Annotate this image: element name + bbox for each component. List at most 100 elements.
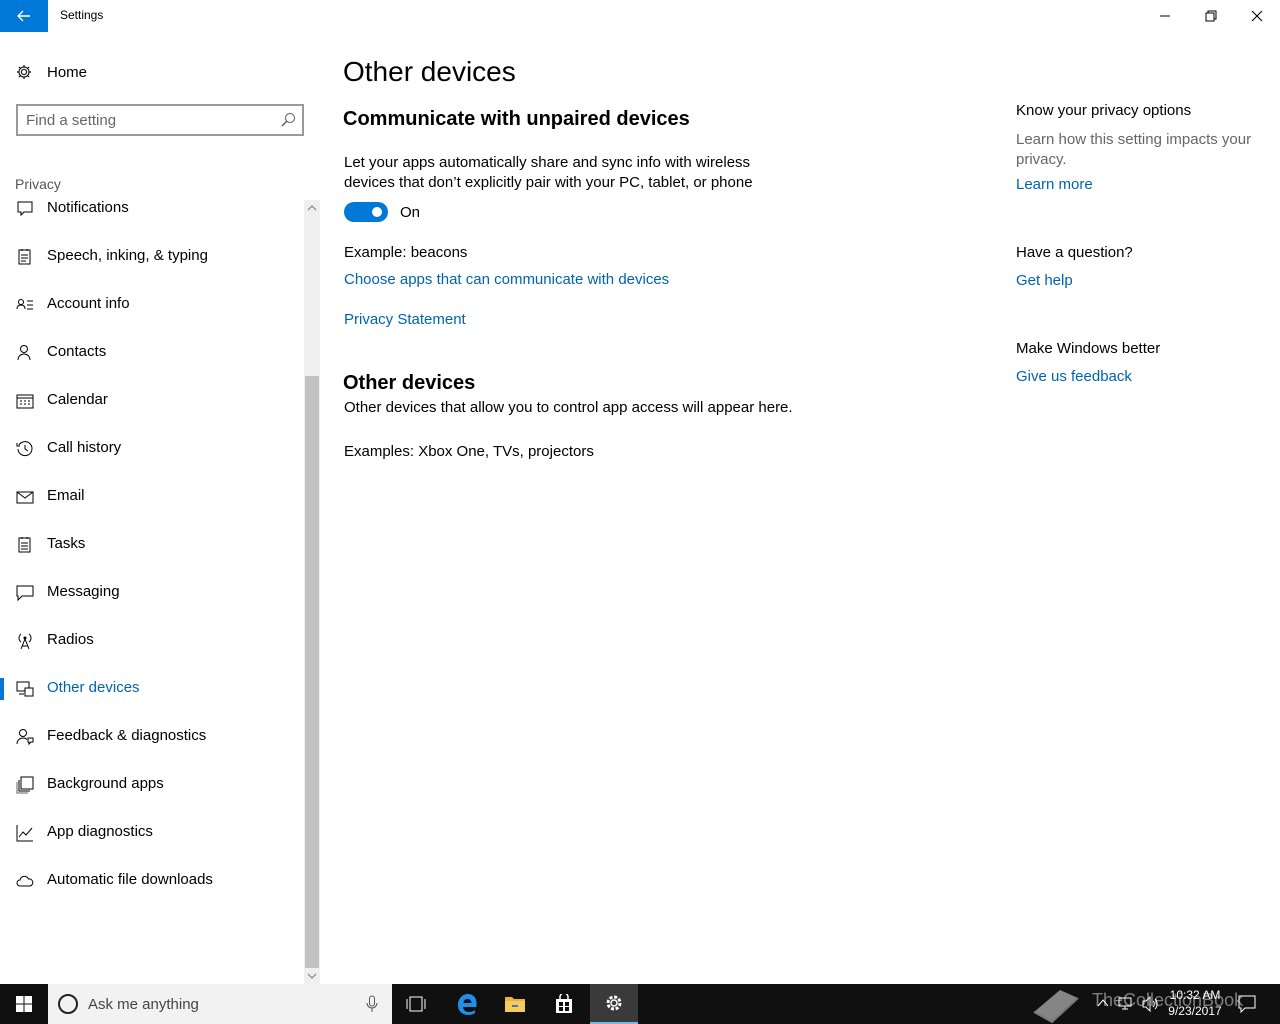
sidebar-item-contacts[interactable]: Contacts xyxy=(0,328,304,376)
account-info-icon xyxy=(16,299,33,310)
sidebar-item-account-info[interactable]: Account info xyxy=(0,280,304,328)
sidebar-item-notifications[interactable]: Notifications xyxy=(0,192,304,232)
file-explorer-button[interactable] xyxy=(491,984,539,1024)
search-box[interactable] xyxy=(16,104,304,136)
close-button[interactable] xyxy=(1234,0,1280,32)
privacy-options-heading: Know your privacy options xyxy=(1016,102,1192,119)
sidebar-item-label: Automatic file downloads xyxy=(47,871,213,888)
clock[interactable]: 10:32 AM 9/23/2017 xyxy=(1162,987,1228,1019)
clock-time: 10:32 AM xyxy=(1169,988,1221,1002)
sidebar-home[interactable]: Home xyxy=(0,56,320,88)
volume-icon[interactable] xyxy=(1142,996,1160,1012)
store-icon xyxy=(556,994,572,1013)
cortana-icon xyxy=(58,994,78,1014)
sidebar-item-label: Messaging xyxy=(47,583,120,600)
scroll-down-button[interactable] xyxy=(304,968,320,984)
sidebar-item-background-apps[interactable]: Background apps xyxy=(0,760,304,808)
sidebar-item-feedback[interactable]: Feedback & diagnostics xyxy=(0,712,304,760)
sidebar-item-app-diagnostics[interactable]: App diagnostics xyxy=(0,808,304,856)
cortana-search-box[interactable]: Ask me anything xyxy=(48,984,392,1024)
settings-taskbar-button[interactable] xyxy=(590,984,638,1024)
store-button[interactable] xyxy=(540,984,588,1024)
learn-more-link[interactable]: Learn more xyxy=(1016,176,1093,193)
sidebar-item-label: Call history xyxy=(47,439,122,456)
start-button[interactable] xyxy=(0,984,48,1024)
toggle-state-label: On xyxy=(400,204,421,221)
toggle-knob xyxy=(372,207,382,217)
sidebar-item-label: Notifications xyxy=(47,199,129,216)
title-bar: Settings xyxy=(0,0,1280,32)
sidebar-item-email[interactable]: Email xyxy=(0,472,304,520)
gear-icon xyxy=(17,65,31,79)
nav-viewport: Notifications Speech, inking, & typing A… xyxy=(0,192,304,984)
privacy-statement-link[interactable]: Privacy Statement xyxy=(344,311,466,328)
other-devices-examples: Examples: Xbox One, TVs, projectors xyxy=(344,443,594,460)
sidebar-item-radios[interactable]: Radios xyxy=(0,616,304,664)
main-content: Other devices Communicate with unpaired … xyxy=(320,32,1280,984)
background-apps-icon xyxy=(16,776,34,794)
chevron-down-icon xyxy=(307,973,317,979)
calendar-icon xyxy=(16,394,34,409)
question-heading: Have a question? xyxy=(1016,244,1133,261)
sidebar-item-call-history[interactable]: Call history xyxy=(0,424,304,472)
contacts-icon xyxy=(17,345,31,361)
sidebar-item-tasks[interactable]: Tasks xyxy=(0,520,304,568)
minimize-button[interactable] xyxy=(1142,0,1188,32)
search-input[interactable] xyxy=(26,110,276,130)
sidebar-item-automatic-file-downloads[interactable]: Automatic file downloads xyxy=(0,856,304,904)
section-title-unpaired: Communicate with unpaired devices xyxy=(343,108,690,130)
unpaired-devices-toggle[interactable] xyxy=(344,202,388,222)
scroll-thumb[interactable] xyxy=(305,376,319,968)
cortana-placeholder: Ask me anything xyxy=(88,996,199,1013)
task-view-button[interactable] xyxy=(392,984,440,1024)
sidebar-item-label: Tasks xyxy=(47,535,86,552)
sidebar-item-messaging[interactable]: Messaging xyxy=(0,568,304,616)
privacy-options-text: Learn how this setting impacts your priv… xyxy=(1016,130,1266,170)
email-icon xyxy=(16,491,34,504)
search-icon[interactable] xyxy=(280,112,296,128)
get-help-link[interactable]: Get help xyxy=(1016,272,1073,289)
tasks-icon xyxy=(18,537,31,553)
minimize-icon xyxy=(1160,15,1170,17)
section-description-line1: Let your apps automatically share and sy… xyxy=(344,154,751,171)
speech-icon xyxy=(18,249,31,265)
messaging-icon xyxy=(16,585,34,602)
edge-button[interactable] xyxy=(443,984,491,1024)
book-logo-icon xyxy=(1033,990,1079,1024)
call-history-icon xyxy=(16,441,33,457)
sidebar-item-label: Feedback & diagnostics xyxy=(47,727,207,744)
restore-icon xyxy=(1205,10,1217,22)
gear-icon xyxy=(606,995,622,1011)
network-icon[interactable] xyxy=(1118,996,1136,1012)
back-arrow-icon xyxy=(17,10,30,22)
sidebar-scrollbar[interactable] xyxy=(304,200,320,984)
example-text: Example: beacons xyxy=(344,244,468,261)
clock-date: 9/23/2017 xyxy=(1168,1004,1222,1018)
page-title: Other devices xyxy=(343,56,516,87)
chevron-up-icon xyxy=(307,205,317,211)
privacy-options-text-line2: privacy. xyxy=(1016,151,1067,168)
back-button[interactable] xyxy=(0,0,48,32)
give-feedback-link[interactable]: Give us feedback xyxy=(1016,368,1132,385)
feedback-icon xyxy=(16,729,34,746)
taskbar: Ask me anything TheCollectionBook 10:32 … xyxy=(0,984,1280,1024)
notifications-icon xyxy=(17,201,33,217)
sidebar-item-other-devices[interactable]: Other devices xyxy=(0,664,304,712)
microphone-icon[interactable] xyxy=(366,995,378,1013)
folder-icon xyxy=(505,997,525,1012)
sidebar-item-calendar[interactable]: Calendar xyxy=(0,376,304,424)
sidebar-item-label: Account info xyxy=(47,295,130,312)
sidebar-item-speech[interactable]: Speech, inking, & typing xyxy=(0,232,304,280)
sidebar-item-label: Other devices xyxy=(47,679,140,696)
app-diagnostics-icon xyxy=(16,825,33,842)
close-icon xyxy=(1251,10,1263,22)
restore-button[interactable] xyxy=(1188,0,1234,32)
action-center-icon[interactable] xyxy=(1238,995,1256,1013)
scroll-up-button[interactable] xyxy=(304,200,320,216)
sidebar: Home Privacy Notifications Speech, inkin… xyxy=(0,32,320,984)
chevron-up-icon[interactable] xyxy=(1096,996,1110,1010)
sidebar-item-label: Calendar xyxy=(47,391,108,408)
sidebar-home-label: Home xyxy=(47,64,88,81)
choose-apps-link[interactable]: Choose apps that can communicate with de… xyxy=(344,271,669,288)
sidebar-item-label: Background apps xyxy=(47,775,164,792)
